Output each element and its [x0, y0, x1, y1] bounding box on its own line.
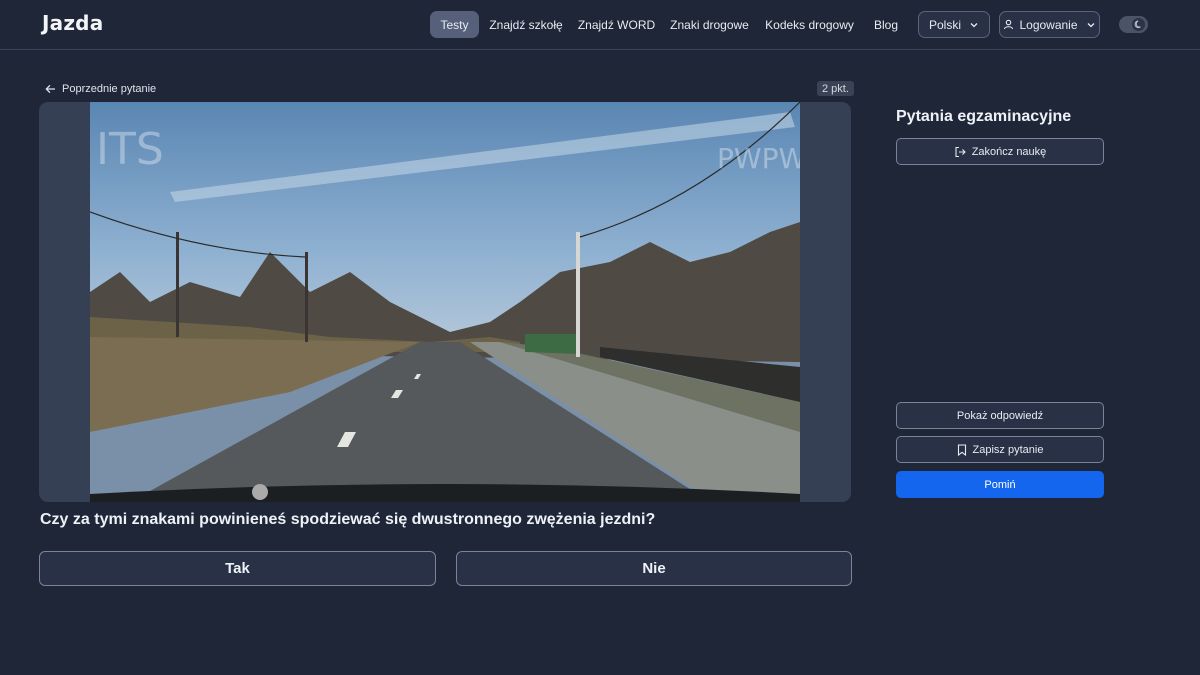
show-answer-button[interactable]: Pokaż odpowiedź: [896, 402, 1104, 429]
moon-icon: [1132, 18, 1145, 31]
previous-question-link[interactable]: Poprzednie pytanie: [45, 81, 156, 97]
nav-blog[interactable]: Blog: [868, 11, 904, 38]
chevron-down-icon: [1087, 22, 1094, 27]
watermark-pwpw: PWPW: [717, 142, 800, 175]
login-button[interactable]: Logowanie: [999, 11, 1100, 38]
question-video[interactable]: ITS PWPW: [90, 102, 800, 502]
language-select[interactable]: Polski: [918, 11, 990, 38]
nav-find-school[interactable]: Znajdź szkołę: [487, 11, 565, 38]
skip-button[interactable]: Pomiń: [896, 471, 1104, 498]
question-media-frame: ITS PWPW: [39, 102, 851, 502]
arrow-left-icon: [45, 84, 55, 94]
nav-road-signs[interactable]: Znaki drogowe: [668, 11, 751, 38]
logout-icon: [955, 146, 966, 157]
bookmark-icon: [957, 443, 966, 456]
login-label: Logowanie: [1019, 17, 1078, 32]
sidebar-title: Pytania egzaminacyjne: [896, 108, 1072, 125]
logo[interactable]: Jazda: [42, 11, 103, 35]
chevron-down-icon: [970, 22, 978, 27]
answer-yes-button[interactable]: Tak: [39, 551, 436, 586]
nav-find-word[interactable]: Znajdź WORD: [577, 11, 656, 38]
nav-testy[interactable]: Testy: [430, 11, 479, 38]
end-study-label: Zakończ naukę: [971, 145, 1047, 158]
nav-road-code[interactable]: Kodeks drogowy: [764, 11, 855, 38]
points-badge: 2 pkt.: [817, 81, 854, 96]
end-study-button[interactable]: Zakończ naukę: [896, 138, 1104, 165]
previous-question-label: Poprzednie pytanie: [62, 83, 157, 95]
user-icon: [1004, 19, 1014, 30]
question-text: Czy za tymi znakami powinieneś spodziewa…: [40, 511, 656, 528]
save-question-button[interactable]: Zapisz pytanie: [896, 436, 1104, 463]
language-label: Polski: [928, 17, 961, 32]
watermark-its: ITS: [96, 124, 164, 175]
road-scene-image: ITS PWPW: [90, 102, 800, 502]
save-question-label: Zapisz pytanie: [972, 443, 1044, 456]
top-nav-bar: Jazda Testy Znajdź szkołę Znajdź WORD Zn…: [0, 0, 1200, 50]
answer-no-button[interactable]: Nie: [456, 551, 852, 586]
theme-toggle[interactable]: [1119, 16, 1148, 33]
